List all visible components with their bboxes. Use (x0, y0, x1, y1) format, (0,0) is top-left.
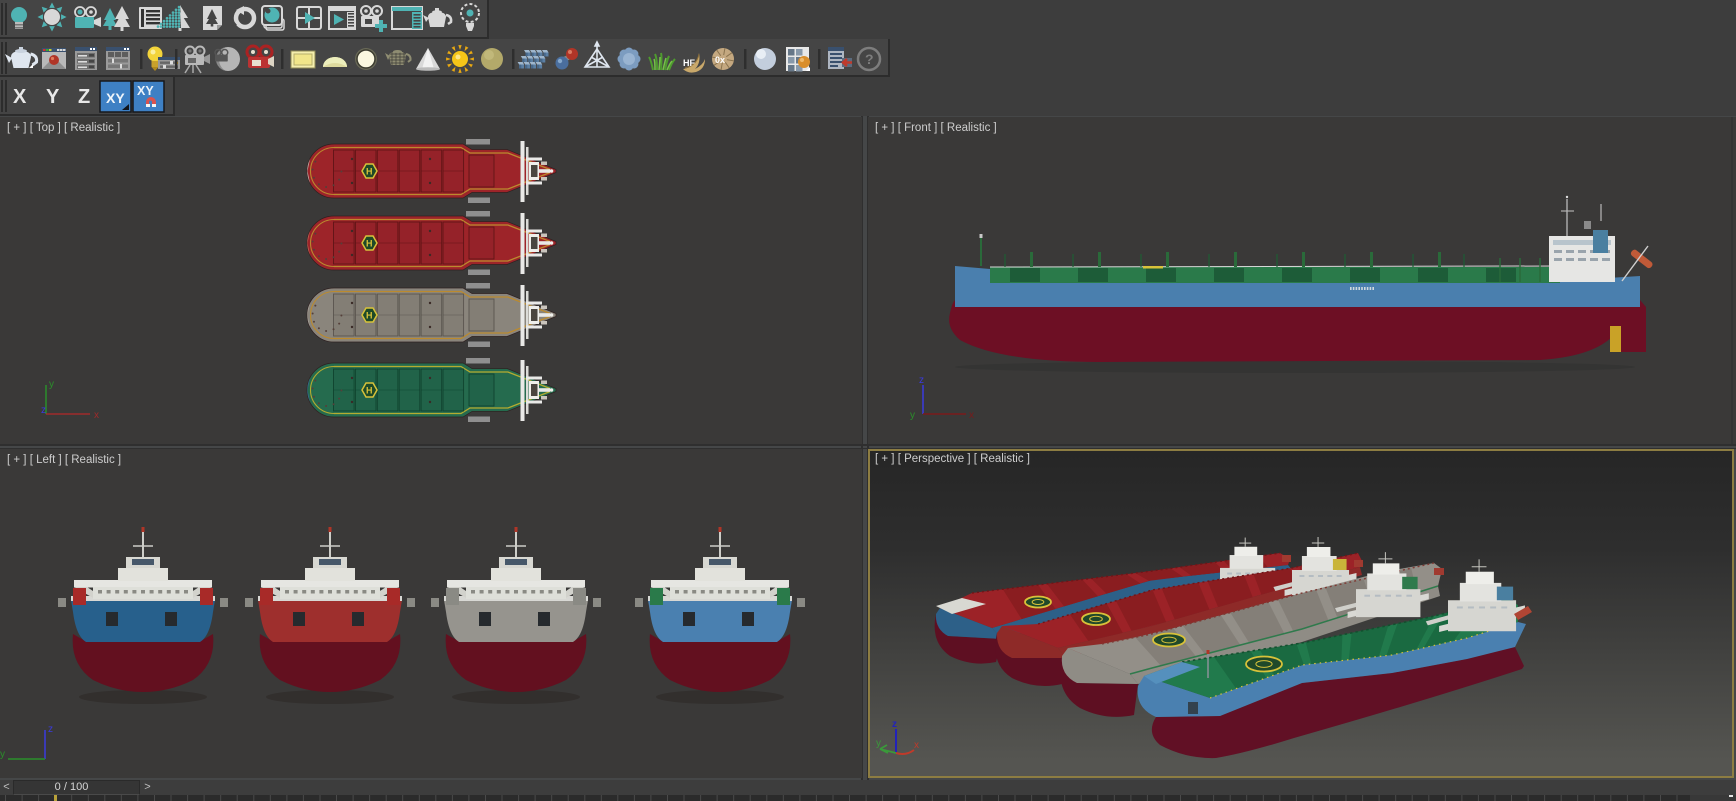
svg-text:x: x (914, 740, 919, 751)
svg-text:y: y (910, 410, 915, 421)
svg-text:z: z (892, 719, 897, 730)
svg-text:Z: Z (78, 86, 90, 108)
svg-text:y: y (49, 379, 54, 390)
svg-text:0x: 0x (715, 55, 725, 65)
svg-text:H: H (366, 239, 373, 249)
svg-text:XY: XY (137, 84, 154, 98)
svg-text:HF: HF (683, 58, 695, 68)
svg-text:x: x (969, 410, 974, 421)
svg-text:X: X (13, 86, 27, 108)
svg-text:XY: XY (106, 90, 125, 106)
svg-text:Y: Y (46, 86, 60, 108)
svg-text:x: x (94, 410, 99, 421)
svg-text:?: ? (865, 51, 874, 67)
svg-text:z: z (919, 375, 924, 386)
svg-text:H: H (366, 311, 373, 321)
svg-text:H: H (366, 167, 373, 177)
svg-text:y: y (876, 738, 881, 749)
svg-text:H: H (366, 386, 373, 396)
svg-text:z: z (41, 405, 46, 416)
svg-text:z: z (48, 724, 53, 735)
svg-text:y: y (0, 749, 5, 760)
